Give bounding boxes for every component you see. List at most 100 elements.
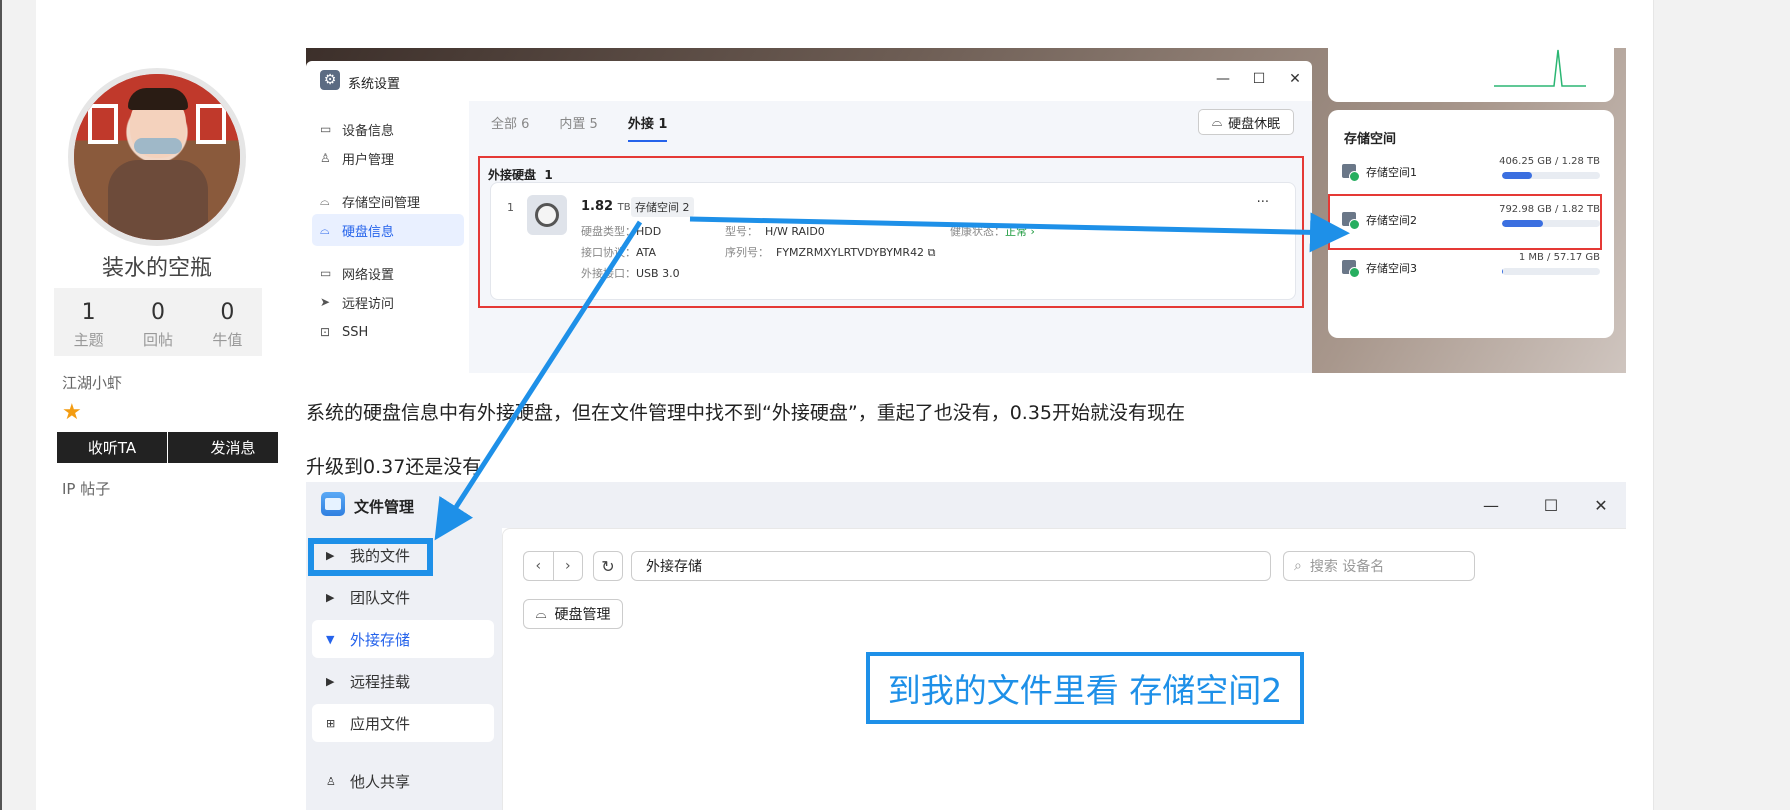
tab-all[interactable]: 全部 6 bbox=[491, 113, 529, 142]
pool-row-1[interactable]: 存储空间1 406.25 GB / 1.28 TB bbox=[1328, 146, 1614, 194]
author-sidebar: 装水的空瓶 1 主题 0 回帖 0 牛值 江湖小虾 ★ 收听TA 发消息 IP … bbox=[36, 0, 298, 810]
stat-label: 牛值 bbox=[212, 331, 243, 349]
device-icon: ▭ bbox=[320, 122, 332, 136]
disk-card[interactable]: 1 1.82 TB 存储空间 2 ··· 硬盘类型：HDD 型号： H/W RA… bbox=[490, 182, 1296, 300]
nav-item-storage[interactable]: ⌓ 存储空间管理 bbox=[312, 185, 464, 217]
field-value: HDD bbox=[636, 225, 662, 238]
maximize-icon[interactable]: ☐ bbox=[1542, 496, 1560, 515]
nav-item-network[interactable]: ▭ 网络设置 bbox=[312, 257, 464, 289]
caret-right-icon: ▶ bbox=[326, 674, 335, 688]
nav-label: 团队文件 bbox=[350, 588, 411, 607]
stat-number: 0 bbox=[150, 300, 165, 325]
pool-tag: 存储空间 2 bbox=[631, 197, 694, 217]
file-main: ‹ › ↻ 外接存储 ⌕ 搜索 设备名 ⌓ 硬盘管理 到我的文件里看 存储空间2 bbox=[502, 528, 1626, 810]
nav-item-ssh[interactable]: ⊡ SSH bbox=[312, 316, 464, 348]
section-title-text: 外接硬盘 bbox=[488, 168, 537, 182]
search-placeholder: 搜索 设备名 bbox=[1309, 559, 1385, 575]
disk-health[interactable]: 健康状态：正常 › bbox=[950, 223, 1035, 239]
tab-internal[interactable]: 内置 5 bbox=[559, 113, 597, 142]
pool-usage-bar bbox=[1502, 268, 1600, 275]
disk-serial: 序列号： FYMZRMXYLRTVDYBYMR42 ⧉ bbox=[725, 244, 935, 260]
disk-model: 型号： H/W RAID0 bbox=[725, 223, 825, 239]
maximize-icon[interactable]: ☐ bbox=[1250, 71, 1268, 87]
ip-posts-link[interactable]: IP 帖子 bbox=[62, 478, 110, 499]
field-key: 接口协议： bbox=[581, 246, 636, 259]
stat-points[interactable]: 0 牛值 bbox=[193, 288, 262, 356]
field-value: USB 3.0 bbox=[636, 267, 680, 280]
nav-item-shared[interactable]: ♙ 他人共享 bbox=[312, 762, 494, 800]
stat-topics[interactable]: 1 主题 bbox=[54, 288, 123, 356]
pool-capacity: 406.25 GB / 1.28 TB bbox=[1499, 156, 1600, 167]
pool-capacity: 1 MB / 57.17 GB bbox=[1518, 252, 1600, 263]
pool-usage-bar bbox=[1502, 172, 1600, 179]
refresh-icon[interactable]: ↻ bbox=[593, 551, 623, 581]
tab-external[interactable]: 外接 1 bbox=[627, 113, 668, 142]
pool-2-highlight bbox=[1328, 194, 1602, 250]
settings-main: 全部 6 内置 5 外接 1 ⌓ 硬盘休眠 外接硬盘 1 1 1.82 TB 存储… bbox=[469, 101, 1312, 373]
network-icon: ▭ bbox=[320, 266, 332, 280]
nav-item-external-storage[interactable]: ▼ 外接存储 bbox=[312, 620, 494, 658]
disk-interface: 接口协议：ATA bbox=[581, 244, 656, 260]
minimize-icon[interactable]: — bbox=[1214, 71, 1232, 87]
usage-chart bbox=[1328, 48, 1614, 102]
nav-label: 硬盘信息 bbox=[342, 224, 395, 240]
avatar[interactable] bbox=[68, 68, 246, 246]
copy-icon[interactable]: ⧉ bbox=[928, 246, 936, 259]
nav-label: 他人共享 bbox=[350, 772, 411, 791]
disk-sleep-button[interactable]: ⌓ 硬盘休眠 bbox=[1198, 109, 1294, 135]
star-icon: ★ bbox=[62, 400, 82, 425]
page-left-edge bbox=[0, 0, 2, 810]
field-value: FYMZRMXYLRTVDYBYMR42 bbox=[776, 246, 925, 259]
disk-size: 1.82 TB bbox=[581, 199, 631, 214]
history-buttons: ‹ › bbox=[523, 551, 583, 581]
author-rank: 江湖小虾 bbox=[62, 374, 123, 392]
more-icon[interactable]: ··· bbox=[1257, 195, 1269, 210]
close-icon[interactable]: ✕ bbox=[1592, 496, 1610, 515]
window-title: 文件管理 bbox=[354, 498, 415, 516]
drive-icon: ⌓ bbox=[535, 606, 547, 622]
settings-window: ⚙ 系统设置 — ☐ ✕ ▭ 设备信息 ♙ 用户管理 ⌓ 存储空间管理 ⌓ 硬盘信息 ▭… bbox=[306, 61, 1312, 373]
author-name[interactable]: 装水的空瓶 bbox=[36, 250, 278, 282]
post-content: ⚙ 系统设置 — ☐ ✕ ▭ 设备信息 ♙ 用户管理 ⌓ 存储空间管理 ⌓ 硬盘信息 ▭… bbox=[278, 0, 1653, 810]
field-value: H/W RAID0 bbox=[765, 225, 825, 238]
disk-index: 1 bbox=[507, 201, 514, 214]
nav-item-users[interactable]: ♙ 用户管理 bbox=[312, 142, 464, 174]
settings-nav: ▭ 设备信息 ♙ 用户管理 ⌓ 存储空间管理 ⌓ 硬盘信息 ▭ 网络设置 ➤ 远程访问 ⊡ S… bbox=[306, 101, 469, 373]
disk-tabs: 全部 6 内置 5 外接 1 bbox=[491, 113, 668, 142]
search-icon: ⌕ bbox=[1294, 558, 1302, 574]
forward-icon[interactable]: › bbox=[554, 552, 583, 580]
nav-label: 设备信息 bbox=[342, 123, 395, 139]
caret-right-icon: ▶ bbox=[326, 590, 335, 604]
disk-type: 硬盘类型：HDD bbox=[581, 223, 661, 239]
close-icon[interactable]: ✕ bbox=[1286, 71, 1304, 87]
window-titlebar: 文件管理 — ☐ ✕ bbox=[306, 482, 1626, 528]
screenshot-file-manager: 文件管理 — ☐ ✕ ▶ 我的文件 ▶ 团队文件 ▼ 外接存储 ▶ 远程挂载 ⊞ 应用文件… bbox=[306, 482, 1626, 810]
follow-button[interactable]: 收听TA bbox=[57, 432, 167, 463]
path-input[interactable]: 外接存储 bbox=[631, 551, 1271, 581]
nav-item-team-files[interactable]: ▶ 团队文件 bbox=[312, 578, 494, 616]
screenshot-system-settings: ⚙ 系统设置 — ☐ ✕ ▭ 设备信息 ♙ 用户管理 ⌓ 存储空间管理 ⌓ 硬盘信息 ▭… bbox=[306, 48, 1626, 373]
nav-label: 存储空间管理 bbox=[342, 195, 421, 211]
stat-label: 回帖 bbox=[142, 331, 173, 349]
section-count: 1 bbox=[544, 168, 553, 182]
button-label: 硬盘管理 bbox=[554, 607, 611, 623]
user-icon: ♙ bbox=[320, 151, 331, 165]
nav-item-device-info[interactable]: ▭ 设备信息 bbox=[312, 113, 464, 145]
search-input[interactable]: ⌕ 搜索 设备名 bbox=[1283, 551, 1475, 581]
field-key: 型号： bbox=[725, 225, 758, 238]
minimize-icon[interactable]: — bbox=[1482, 496, 1500, 515]
nav-item-disk-info[interactable]: ⌓ 硬盘信息 bbox=[312, 214, 464, 246]
field-key: 外接接口： bbox=[581, 267, 636, 280]
disk-manage-button[interactable]: ⌓ 硬盘管理 bbox=[523, 599, 623, 629]
back-icon[interactable]: ‹ bbox=[524, 552, 554, 580]
post-paragraph-2: 升级到0.37还是没有 bbox=[306, 456, 482, 478]
drive-icon: ⌓ bbox=[320, 193, 330, 208]
nav-item-remote-mount[interactable]: ▶ 远程挂载 bbox=[312, 662, 494, 700]
external-disk-highlight: 外接硬盘 1 1 1.82 TB 存储空间 2 ··· 硬盘类型：HDD 型号：… bbox=[478, 156, 1304, 308]
nav-item-remote[interactable]: ➤ 远程访问 bbox=[312, 286, 464, 318]
nav-label: 应用文件 bbox=[350, 714, 411, 733]
nav-item-app-files[interactable]: ⊞ 应用文件 bbox=[312, 704, 494, 742]
drive-icon: ⌓ bbox=[320, 222, 330, 237]
stat-replies[interactable]: 0 回帖 bbox=[123, 288, 192, 356]
my-files-highlight bbox=[308, 538, 433, 576]
